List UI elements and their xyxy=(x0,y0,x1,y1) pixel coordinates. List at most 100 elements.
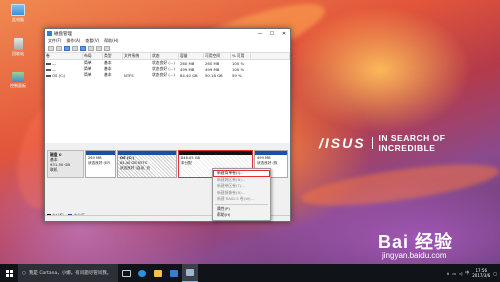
disk-management-taskbar-icon xyxy=(186,269,194,276)
column-header[interactable]: 类型 xyxy=(103,53,123,59)
microphone-icon: ○ xyxy=(22,270,26,276)
column-header xyxy=(251,53,290,59)
column-header[interactable]: 可用空间 xyxy=(204,53,231,59)
clock[interactable]: 17:56 2017/3/6 xyxy=(472,268,490,278)
back-icon[interactable] xyxy=(48,45,54,51)
asus-logo: /ISUS xyxy=(319,135,366,151)
maximize-button[interactable]: ☐ xyxy=(266,29,278,38)
partition-efi[interactable]: 260 MB 状态良好 (EFI xyxy=(85,150,116,178)
window-title: 磁盘管理 xyxy=(54,31,72,37)
volume-icon[interactable]: ◁ xyxy=(459,271,462,276)
volume-pct: 59 % xyxy=(232,72,242,78)
brand-divider xyxy=(371,137,373,149)
close-button[interactable]: ✕ xyxy=(278,29,290,38)
asus-brand: /ISUS IN SEARCH OF INCREDIBLE xyxy=(319,133,500,153)
baidu-url: jingyan.baidu.com xyxy=(382,251,447,260)
menu-new-raid5-volume[interactable]: 新建 RAID-5 卷(W)... xyxy=(213,196,270,203)
table-row[interactable]: OS (C:) 简单 基本 NTFS 状态良好 (...) 84.40 GB 5… xyxy=(45,72,290,78)
forward-icon[interactable] xyxy=(56,45,62,51)
asus-slogan: IN SEARCH OF INCREDIBLE xyxy=(378,133,446,153)
volume-name: OS (C:) xyxy=(52,72,66,78)
control-panel-icon xyxy=(12,72,24,82)
chevron-up-icon[interactable]: ∧ xyxy=(446,271,449,276)
desktop-icon-label: 回收站 xyxy=(12,51,24,56)
list-view-icon[interactable] xyxy=(80,45,86,51)
disk-state: 联机 xyxy=(50,167,58,172)
properties-icon[interactable] xyxy=(88,45,94,51)
volume-name: — xyxy=(52,60,56,66)
context-menu: 新建简单卷(I)... 新建跨区卷(N)... 新建带区卷(T)... 新建镜像… xyxy=(212,168,271,221)
baidu-watermark: Bai 经验 jingyan.baidu.com xyxy=(378,228,453,260)
volume-free: 499 MB xyxy=(205,66,220,72)
help-icon[interactable] xyxy=(72,45,78,51)
settings-icon[interactable] xyxy=(104,45,110,51)
menu-help[interactable]: 帮助(H) xyxy=(213,212,270,219)
taskbar-store[interactable] xyxy=(166,264,182,282)
desktop-icon-this-pc[interactable]: 此电脑 xyxy=(4,4,32,23)
volume-capacity: 84.40 GB xyxy=(180,72,198,78)
volume-list: 卷 布局 类型 文件系统 状态 容量 可用空间 % 可用 — 简单 基本 状态良… xyxy=(45,53,290,144)
menu-help[interactable]: 帮助(H) xyxy=(104,38,118,44)
volume-list-header: 卷 布局 类型 文件系统 状态 容量 可用空间 % 可用 xyxy=(45,53,290,60)
desktop-icon-label: 控制面板 xyxy=(10,83,26,88)
console-icon[interactable] xyxy=(64,45,70,51)
network-icon[interactable]: ▭ xyxy=(452,271,456,276)
toolbar xyxy=(45,44,290,53)
edge-icon xyxy=(138,269,146,277)
desktop-icon-control-panel[interactable]: 控制面板 xyxy=(4,72,32,89)
task-view-button[interactable] xyxy=(118,264,134,282)
column-header[interactable]: 文件系统 xyxy=(123,53,151,59)
title-bar[interactable]: 磁盘管理 — ☐ ✕ xyxy=(45,29,290,38)
desktop-icon-label: 此电脑 xyxy=(12,17,24,22)
volume-pct: 100 % xyxy=(232,60,245,66)
volume-fs: NTFS xyxy=(124,72,134,78)
folder-icon xyxy=(154,269,162,277)
disk-management-icon xyxy=(47,31,52,36)
store-icon xyxy=(170,269,178,277)
volume-pct: 100 % xyxy=(232,66,245,72)
delete-icon[interactable] xyxy=(96,45,102,51)
computer-icon xyxy=(11,4,25,16)
partition-status: 未分配 xyxy=(181,161,192,165)
search-placeholder: 我是 Cortana，小娜。有问题尽管问我。 xyxy=(28,271,112,276)
menu-view[interactable]: 查看(V) xyxy=(85,38,99,44)
volume-capacity: 260 MB xyxy=(180,60,195,66)
volume-icon xyxy=(46,74,51,77)
ime-indicator[interactable]: 中 xyxy=(465,270,469,276)
menu-separator xyxy=(215,203,268,205)
taskbar-edge[interactable] xyxy=(134,264,150,282)
volume-free: 50.18 GB xyxy=(205,72,223,78)
wallpaper-streak xyxy=(298,156,500,214)
taskbar-explorer[interactable] xyxy=(150,264,166,282)
partition-os-c[interactable]: OS (C:) 84.40 GB NTFS 状态良好 (启动, 页 xyxy=(117,150,177,178)
task-view-icon xyxy=(121,269,131,277)
column-header[interactable]: 容量 xyxy=(179,53,204,59)
volume-icon xyxy=(46,62,51,65)
clock-date: 2017/3/6 xyxy=(472,273,491,278)
cortana-search-box[interactable]: ○ 我是 Cortana，小娜。有问题尽管问我。 xyxy=(18,264,118,282)
volume-status: 状态良好 (...) xyxy=(152,72,175,77)
volume-type: 基本 xyxy=(104,72,112,77)
column-header[interactable]: 状态 xyxy=(151,53,179,59)
taskbar: ○ 我是 Cortana，小娜。有问题尽管问我。 ∧ ▭ ◁ 中 17:56 2… xyxy=(0,264,500,282)
menu-file[interactable]: 文件(F) xyxy=(48,38,61,44)
notification-icon[interactable]: ▢ xyxy=(493,271,497,276)
taskbar-disk-management[interactable] xyxy=(182,264,198,282)
desktop-icon-recycle-bin[interactable]: 回收站 xyxy=(4,38,32,57)
column-header[interactable]: 布局 xyxy=(83,53,103,59)
system-tray: ∧ ▭ ◁ 中 17:56 2017/3/6 ▢ xyxy=(446,268,500,278)
column-header[interactable]: % 可用 xyxy=(231,53,251,59)
minimize-button[interactable]: — xyxy=(254,29,266,38)
menu-action[interactable]: 操作(A) xyxy=(66,38,80,44)
volume-capacity: 499 MB xyxy=(180,66,195,72)
partition-status: 状态良好 (启动, 页 xyxy=(120,166,150,170)
start-button[interactable] xyxy=(0,264,18,282)
volume-layout: 简单 xyxy=(84,72,92,77)
recycle-bin-icon xyxy=(13,38,23,50)
volume-icon xyxy=(46,68,51,71)
column-header[interactable]: 卷 xyxy=(45,53,83,59)
volume-name: — xyxy=(52,66,56,72)
disk-0-label[interactable]: 磁盘 0 基本 931.50 GB 联机 xyxy=(47,150,84,178)
partition-status: 状态良好 (EFI xyxy=(88,161,111,165)
windows-logo-icon xyxy=(5,269,13,277)
